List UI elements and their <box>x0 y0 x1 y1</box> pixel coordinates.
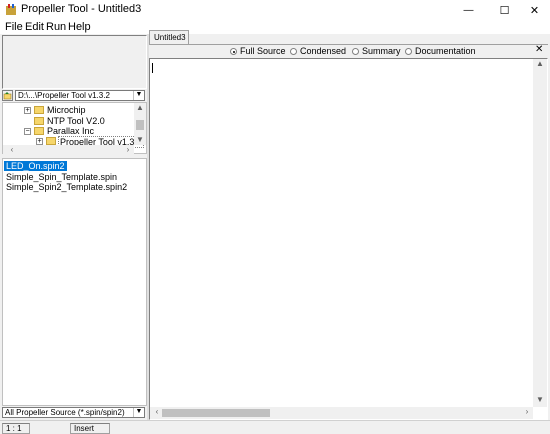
minimize-button[interactable]: — <box>452 0 485 20</box>
close-button[interactable]: ✕ <box>518 0 550 20</box>
folder-tree: + Microchip NTP Tool V2.0 − Parallax Inc… <box>2 102 147 154</box>
scroll-left-icon[interactable]: ‹ <box>7 145 17 154</box>
tree-horizontal-scrollbar[interactable]: ‹ › <box>3 145 134 154</box>
list-item[interactable]: Simple_Spin2_Template.spin2 <box>6 182 127 192</box>
list-item-selected[interactable]: LED_On.spin2 <box>4 161 67 171</box>
scroll-up-icon[interactable]: ▲ <box>533 59 547 71</box>
file-list: LED_On.spin2 Simple_Spin_Template.spin S… <box>2 158 147 406</box>
scroll-left-icon[interactable]: ‹ <box>152 407 162 419</box>
close-icon: ✕ <box>529 4 540 17</box>
chevron-down-icon[interactable]: ▼ <box>133 91 144 100</box>
tree-item-ntp-tool[interactable]: NTP Tool V2.0 <box>47 116 105 126</box>
folder-icon <box>34 106 44 114</box>
up-folder-button[interactable] <box>2 90 13 101</box>
tree-item-microchip[interactable]: Microchip <box>47 105 86 115</box>
folder-open-icon <box>34 127 44 135</box>
label-summary[interactable]: Summary <box>362 46 401 56</box>
radio-full-source[interactable] <box>230 48 237 55</box>
tree-item-parallax-inc[interactable]: Parallax Inc <box>47 126 94 136</box>
scroll-up-icon[interactable]: ▲ <box>134 103 146 113</box>
expand-propeller-tool-icon[interactable]: + <box>36 138 43 145</box>
window-title: Propeller Tool - Untitled3 <box>21 3 142 15</box>
tab-divider <box>149 44 548 45</box>
drive-area <box>2 35 147 89</box>
code-editor[interactable]: ▲ ▼ ‹ › <box>149 58 548 420</box>
minimize-icon: — <box>463 4 474 16</box>
title-bar: Propeller Tool - Untitled3 — ☐ ✕ <box>0 0 550 20</box>
file-browser-pane: D:\...\Propeller Tool v1.3.2 ▼ + Microch… <box>2 34 147 420</box>
editor-horizontal-scrollbar[interactable]: ‹ › <box>150 407 533 419</box>
tab-untitled3[interactable]: Untitled3 <box>149 30 189 44</box>
editor-vertical-scrollbar[interactable]: ▲ ▼ <box>533 59 547 407</box>
cursor-position: 1 : 1 <box>2 423 30 434</box>
label-full-source[interactable]: Full Source <box>240 46 286 56</box>
menu-bar: File Edit Run Help <box>0 20 550 34</box>
radio-summary[interactable] <box>352 48 359 55</box>
radio-documentation[interactable] <box>405 48 412 55</box>
file-filter-combo[interactable]: All Propeller Source (*.spin/spin2) ▼ <box>2 407 145 418</box>
scroll-down-icon[interactable]: ▼ <box>134 135 146 145</box>
folder-path-text: D:\...\Propeller Tool v1.3.2 <box>18 91 110 100</box>
menu-file[interactable]: File <box>5 21 23 33</box>
label-condensed[interactable]: Condensed <box>300 46 346 56</box>
folder-icon <box>34 117 44 125</box>
scroll-thumb[interactable] <box>162 409 270 417</box>
maximize-button[interactable]: ☐ <box>488 0 521 20</box>
scroll-right-icon[interactable]: › <box>123 145 133 154</box>
close-tab-icon[interactable]: ✕ <box>535 45 545 55</box>
collapse-parallax-icon[interactable]: − <box>24 128 31 135</box>
scroll-thumb[interactable] <box>136 120 144 130</box>
radio-condensed[interactable] <box>290 48 297 55</box>
tree-vertical-scrollbar[interactable]: ▲ ▼ <box>134 103 146 145</box>
list-item[interactable]: Simple_Spin_Template.spin <box>6 172 117 182</box>
edit-mode: Insert <box>70 423 110 434</box>
menu-help[interactable]: Help <box>68 21 91 33</box>
scroll-down-icon[interactable]: ▼ <box>533 395 547 407</box>
scroll-right-icon[interactable]: › <box>522 407 532 419</box>
text-cursor <box>152 63 153 73</box>
status-bar: 1 : 1 Insert <box>0 420 550 434</box>
label-documentation[interactable]: Documentation <box>415 46 476 56</box>
file-filter-text: All Propeller Source (*.spin/spin2) <box>5 408 125 417</box>
menu-edit[interactable]: Edit <box>25 21 44 33</box>
folder-icon <box>46 137 56 145</box>
tab-label: Untitled3 <box>154 33 186 42</box>
folder-path-combo[interactable]: D:\...\Propeller Tool v1.3.2 ▼ <box>15 90 145 101</box>
folder-up-icon <box>3 92 12 100</box>
expand-microchip-icon[interactable]: + <box>24 107 31 114</box>
menu-run[interactable]: Run <box>46 21 66 33</box>
propeller-app-icon <box>6 4 16 15</box>
chevron-down-icon[interactable]: ▼ <box>133 408 144 417</box>
maximize-icon: ☐ <box>499 4 510 17</box>
